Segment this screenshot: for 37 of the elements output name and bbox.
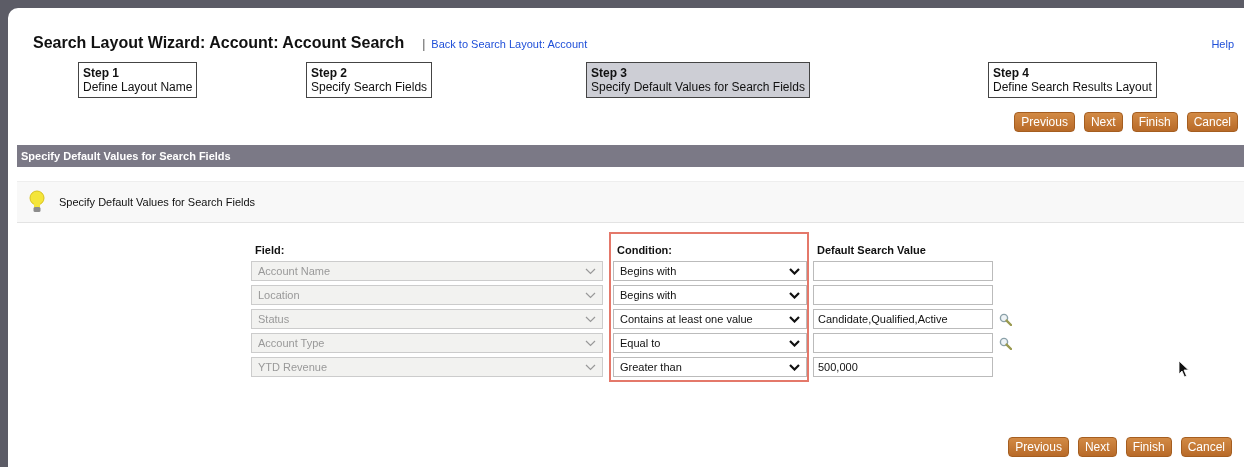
wizard-step[interactable]: Step 3 Specify Default Values for Search Fields [586,62,810,98]
back-link[interactable]: Back to Search Layout: Account [431,38,588,50]
wizard-step[interactable]: Step 1 Define Layout Name [78,62,198,98]
wizard-step[interactable]: Step 4 Define Search Results Layout [988,62,1157,98]
wizard-step[interactable]: Step 2 Specify Search Fields [306,62,433,98]
column-header: Field: [254,244,285,258]
help-link[interactable]: Help [1211,38,1234,50]
cursor-icon [1178,360,1190,378]
condition-dropdown[interactable]: Greater than [613,357,807,377]
chevron-icon [789,339,800,347]
chevron-icon [789,291,800,299]
value-field[interactable]: Candidate,Qualified,Active [813,309,993,329]
chevron-icon [789,363,800,371]
chevron-icon [585,267,596,275]
condition-dropdown[interactable]: Begins with [613,261,807,281]
separator: | [422,37,426,51]
condition-dropdown[interactable]: Contains at least one value [613,309,807,329]
value-field[interactable] [813,333,993,353]
chevron-icon [789,267,800,275]
chevron-icon [789,315,800,323]
lightbulb-icon [29,190,45,214]
condition-dropdown[interactable]: Begins with [613,285,807,305]
value-field[interactable]: 500,000 [813,357,993,377]
column-header: Default Search Value [816,244,926,258]
search-icon[interactable] [999,336,1012,350]
page-title: Search Layout Wizard: Account: Account Search [33,34,405,52]
condition-dropdown[interactable]: Equal to [613,333,807,353]
tip-text: Specify Default Values for Search Fields [59,196,256,208]
value-field[interactable] [813,285,993,305]
chevron-icon [585,291,596,299]
section-header: Specify Default Values for Search Fields [17,145,1244,167]
column-header: Condition: [616,244,672,258]
chevron-icon [585,315,596,323]
search-icon[interactable] [999,312,1012,326]
value-field[interactable] [813,261,993,281]
chevron-icon [585,339,596,347]
chevron-icon [585,363,596,371]
